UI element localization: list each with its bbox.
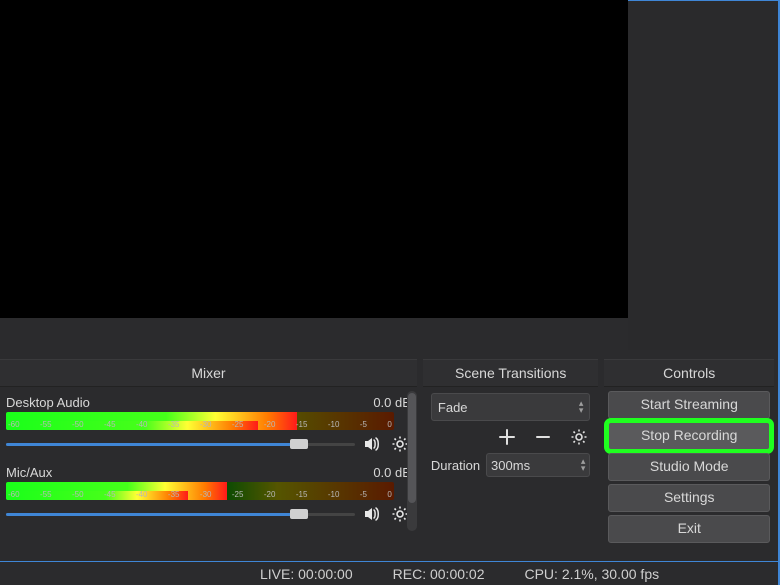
status-bar: LIVE: 00:00:00 REC: 00:00:02 CPU: 2.1%, … (0, 561, 780, 585)
duration-row: Duration 300ms ▴▾ (431, 453, 591, 477)
speaker-icon (363, 505, 381, 523)
duration-label: Duration (431, 458, 480, 473)
mixer-body: Desktop Audio 0.0 dB -60-55-50-45-40-35-3… (0, 391, 417, 539)
mixer-header: Mixer (0, 359, 417, 387)
scene-transitions-panel: Scene Transitions Fade ▴▾ (423, 359, 599, 539)
select-spinner[interactable]: ▴▾ (579, 400, 584, 414)
transitions-header: Scene Transitions (423, 359, 599, 387)
minus-icon (534, 428, 552, 446)
channel-db: 0.0 dB (373, 465, 411, 480)
bottom-panels: Mixer Desktop Audio 0.0 dB -60-55-50-45-4… (0, 359, 780, 539)
plus-icon (498, 428, 516, 446)
transition-toolbar (431, 423, 591, 451)
stop-recording-button[interactable]: Stop Recording (608, 422, 770, 450)
controls-body: Start Streaming Stop Recording Studio Mo… (604, 387, 774, 543)
transition-settings-button[interactable] (568, 426, 590, 448)
controls-header: Controls (604, 359, 774, 387)
mute-button[interactable] (361, 433, 383, 455)
audio-meter: -60-55-50-45-40-35-30-25-20-15-10-50 (6, 482, 394, 500)
settings-button[interactable]: Settings (608, 484, 770, 512)
duration-value: 300ms (491, 458, 530, 473)
mixer-scrollbar-thumb[interactable] (408, 393, 416, 503)
exit-button[interactable]: Exit (608, 515, 770, 543)
transition-selected: Fade (438, 400, 468, 415)
gear-icon (570, 428, 588, 446)
status-cpu: CPU: 2.1%, 30.00 fps (524, 566, 659, 582)
channel-db: 0.0 dB (373, 395, 411, 410)
duration-spinner[interactable]: ▴▾ (581, 458, 586, 472)
mute-button[interactable] (361, 503, 383, 525)
duration-input[interactable]: 300ms ▴▾ (486, 453, 590, 477)
transitions-body: Fade ▴▾ Duration (423, 387, 599, 477)
mixer-scrollbar[interactable] (407, 391, 417, 531)
audio-meter: -60-55-50-45-40-35-30-25-20-15-10-50 (6, 412, 394, 430)
studio-mode-button[interactable]: Studio Mode (608, 453, 770, 481)
controls-panel: Controls Start Streaming Stop Recording … (604, 359, 774, 539)
remove-transition-button[interactable] (532, 426, 554, 448)
speaker-icon (363, 435, 381, 453)
channel-name: Mic/Aux (6, 465, 52, 480)
status-live: LIVE: 00:00:00 (260, 566, 353, 582)
preview-side-panel (628, 0, 780, 350)
mixer-channel: Desktop Audio 0.0 dB -60-55-50-45-40-35-3… (6, 395, 411, 455)
volume-slider[interactable] (6, 508, 355, 520)
mixer-panel: Mixer Desktop Audio 0.0 dB -60-55-50-45-4… (0, 359, 417, 539)
status-rec: REC: 00:00:02 (393, 566, 485, 582)
channel-name: Desktop Audio (6, 395, 90, 410)
preview-canvas[interactable] (0, 0, 628, 318)
start-streaming-button[interactable]: Start Streaming (608, 391, 770, 419)
add-transition-button[interactable] (496, 426, 518, 448)
preview-area (0, 0, 780, 350)
app-window: Mixer Desktop Audio 0.0 dB -60-55-50-45-4… (0, 0, 780, 585)
panel-divider (0, 350, 780, 359)
volume-slider[interactable] (6, 438, 355, 450)
transition-select[interactable]: Fade ▴▾ (431, 393, 591, 421)
mixer-channel: Mic/Aux 0.0 dB -60-55-50-45-40-35-30-25-2… (6, 465, 411, 525)
